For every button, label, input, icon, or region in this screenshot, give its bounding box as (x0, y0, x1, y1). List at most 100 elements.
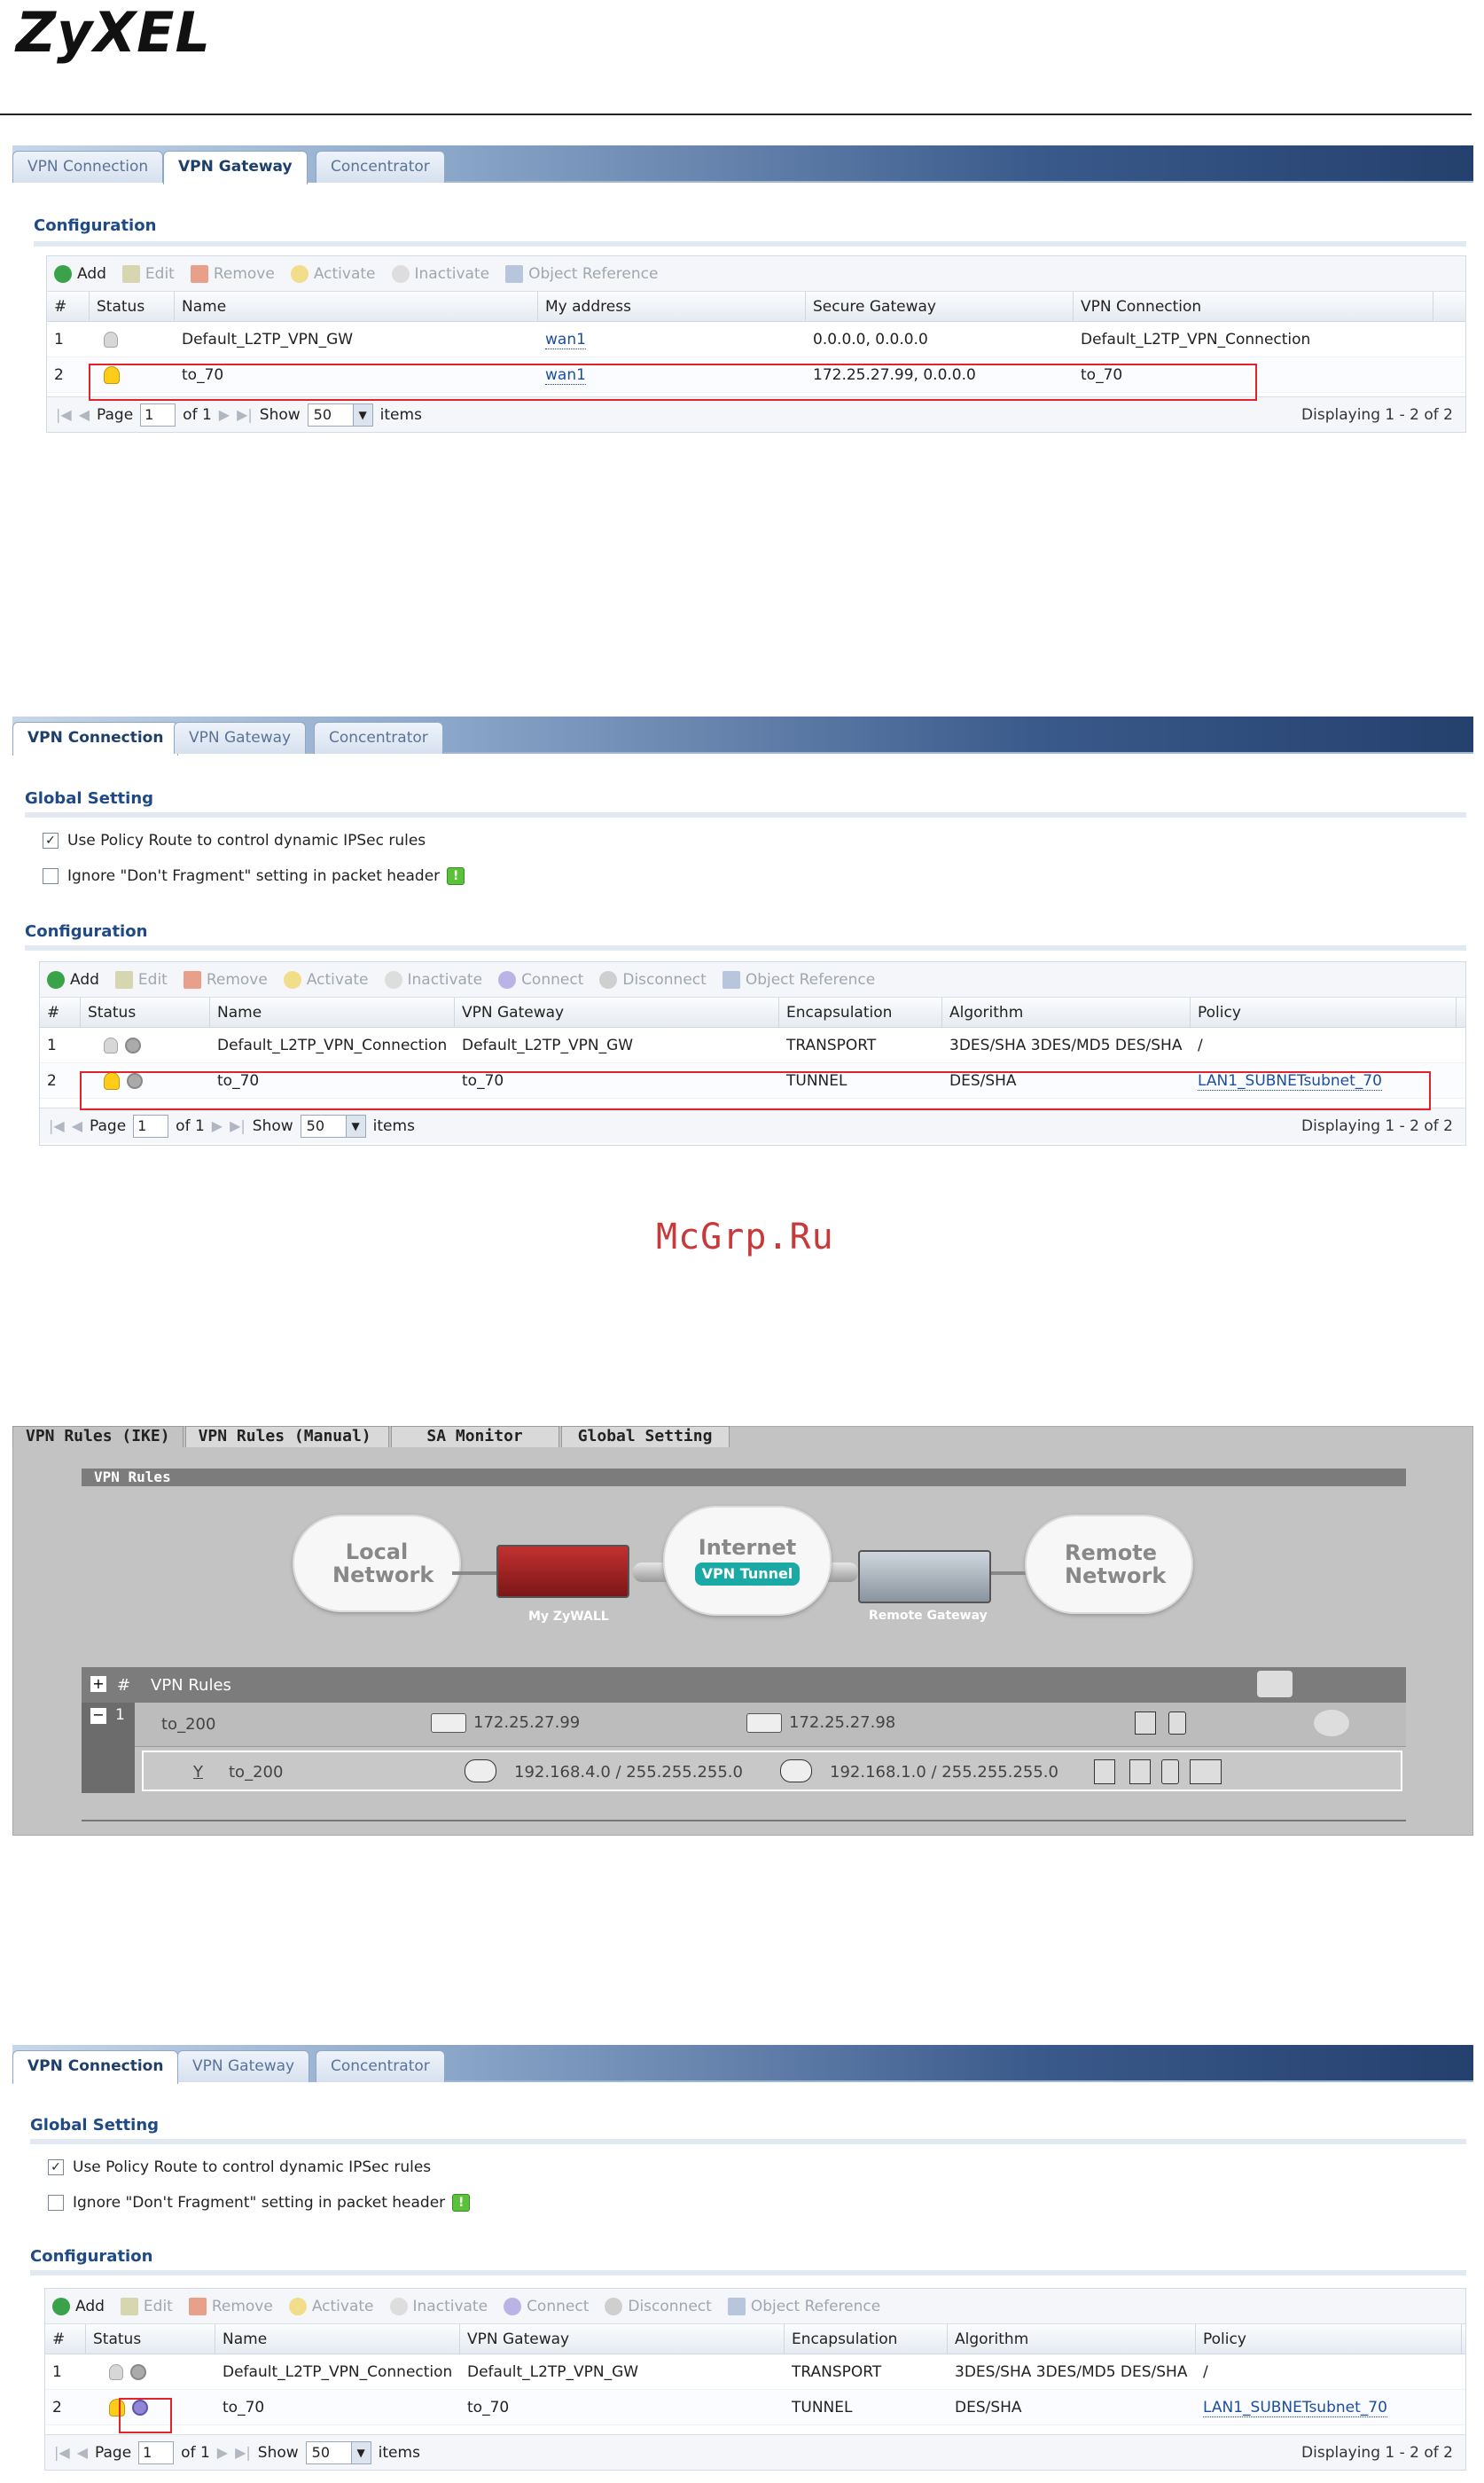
table-row[interactable]: 1 Default_L2TP_VPN_Connection Default_L2… (45, 2354, 1465, 2390)
col-vpn-connection[interactable]: VPN Connection (1074, 292, 1433, 321)
tab-vpn-gateway[interactable]: VPN Gateway (177, 2050, 310, 2082)
remove-button[interactable]: Remove (190, 264, 275, 283)
edit-icon[interactable] (1129, 1759, 1151, 1784)
object-link[interactable]: LAN1_SUBNET (1203, 2399, 1309, 2417)
my-zywall-label: My ZyWALL (528, 1610, 609, 1624)
connect-button[interactable]: Connect (498, 970, 583, 989)
object-link[interactable]: wan1 (545, 331, 586, 349)
disconnect-icon (605, 2297, 623, 2315)
next-page-icon[interactable]: ▶ (217, 2444, 228, 2461)
checkbox-checked[interactable]: ✓ (48, 2159, 64, 2175)
page-input[interactable]: 1 (140, 403, 176, 427)
inactivate-button[interactable]: Inactivate (389, 2297, 488, 2315)
edit-button[interactable]: Edit (120, 2297, 173, 2315)
col-secure-gateway[interactable]: Secure Gateway (806, 292, 1074, 321)
remove-button[interactable]: Remove (183, 970, 268, 989)
checkbox-checked[interactable]: ✓ (43, 833, 59, 849)
activate-button[interactable]: Activate (283, 970, 369, 989)
tab-sa-monitor[interactable]: SA Monitor (390, 1426, 559, 1447)
tab-vpn-connection[interactable]: VPN Connection (12, 722, 179, 756)
tab-concentrator[interactable]: Concentrator (314, 722, 443, 754)
expand-all-icon[interactable]: + (90, 1676, 106, 1692)
inactivate-button[interactable]: Inactivate (384, 970, 482, 989)
first-page-icon[interactable]: |◀ (49, 1117, 65, 1134)
trash-icon (183, 970, 201, 989)
page-input[interactable]: 1 (133, 1114, 169, 1138)
add-network-policy-icon[interactable] (1314, 1710, 1349, 1736)
tab-vpn-rules-manual[interactable]: VPN Rules (Manual) (184, 1426, 389, 1447)
toolbar: Add Edit Remove Activate Inactivate Conn… (45, 2289, 1465, 2324)
collapse-icon[interactable]: − (90, 1708, 106, 1724)
dont-fragment-option[interactable]: Ignore "Don't Fragment" setting in packe… (43, 867, 465, 885)
trash-icon[interactable] (1161, 1759, 1179, 1784)
edit-button[interactable]: Edit (121, 264, 175, 283)
per-page-select[interactable]: 50 ▼ (307, 403, 373, 427)
disconnect-button[interactable]: Disconnect (605, 2297, 712, 2315)
col-num[interactable]: # (47, 292, 90, 321)
activate-button[interactable]: Activate (290, 264, 376, 283)
add-button[interactable]: Add (47, 970, 99, 989)
tab-vpn-connection[interactable]: VPN Connection (12, 151, 164, 183)
activate-button[interactable]: Activate (288, 2297, 374, 2315)
add-button[interactable]: Add (54, 264, 106, 283)
col-status[interactable]: Status (90, 292, 175, 321)
policy-route-option[interactable]: ✓ Use Policy Route to control dynamic IPS… (48, 2158, 431, 2176)
last-page-icon[interactable]: ▶| (230, 1117, 246, 1134)
prev-page-icon[interactable]: ◀ (72, 1117, 82, 1134)
inactivate-button[interactable]: Inactivate (391, 264, 489, 283)
next-page-icon[interactable]: ▶ (219, 406, 230, 423)
edit-button[interactable]: Edit (114, 970, 168, 989)
tab-vpn-gateway[interactable]: VPN Gateway (174, 722, 307, 754)
disconnect-button[interactable]: Disconnect (599, 970, 707, 989)
per-page-select[interactable]: 50 ▼ (305, 2440, 371, 2464)
policy-row[interactable]: Y to_200 192.168.4.0 / 255.255.255.0 192… (142, 1751, 1402, 1791)
page-input[interactable]: 1 (138, 2440, 175, 2464)
dial-icon[interactable] (1190, 1759, 1222, 1784)
add-gateway-icon[interactable] (1257, 1671, 1293, 1697)
last-page-icon[interactable]: ▶| (237, 406, 253, 423)
table-row[interactable]: 2 to_70 to_70 TUNNEL DES/SHA LAN1_SUBNET… (45, 2390, 1465, 2425)
rule-row[interactable]: to_200 172.25.27.99 172.25.27.98 (135, 1703, 1406, 1747)
next-page-icon[interactable]: ▶ (212, 1117, 223, 1134)
tab-bar: VPN Connection VPN Gateway Concentrator (12, 717, 1473, 756)
display-count: Displaying 1 - 2 of 2 (1301, 1116, 1453, 1135)
checkbox-unchecked[interactable] (48, 2195, 64, 2211)
connection-table: Add Edit Remove Activate Inactivate Conn… (39, 961, 1466, 1146)
first-page-icon[interactable]: |◀ (56, 406, 72, 423)
edit-icon[interactable] (1135, 1711, 1156, 1735)
section-divider (30, 2270, 1466, 2275)
col-name[interactable]: Name (175, 292, 538, 321)
tab-vpn-connection[interactable]: VPN Connection (12, 2050, 179, 2084)
tab-concentrator[interactable]: Concentrator (316, 151, 445, 183)
checkbox-unchecked[interactable] (43, 868, 59, 884)
tab-vpn-gateway[interactable]: VPN Gateway (163, 151, 308, 184)
last-page-icon[interactable]: ▶| (235, 2444, 251, 2461)
object-reference-button[interactable]: Object Reference (722, 970, 875, 989)
remove-button[interactable]: Remove (188, 2297, 273, 2315)
prev-page-icon[interactable]: ◀ (79, 406, 90, 423)
table-row[interactable]: 1 Default_L2TP_VPN_Connection Default_L2… (40, 1028, 1465, 1063)
pager: |◀ ◀ Page 1 of 1 ▶ ▶| Show 50 ▼ items Dis… (45, 2434, 1465, 2470)
active-flag[interactable]: Y (193, 1763, 203, 1782)
tab-global-setting[interactable]: Global Setting (560, 1426, 730, 1447)
table-row[interactable]: 1 Default_L2TP_VPN_GW wan1 0.0.0.0, 0.0.… (47, 322, 1465, 357)
prev-page-icon[interactable]: ◀ (77, 2444, 88, 2461)
object-reference-button[interactable]: Object Reference (505, 264, 658, 283)
add-button[interactable]: Add (52, 2297, 105, 2315)
global-setting-title: Global Setting (30, 2116, 160, 2134)
tab-vpn-rules-ike[interactable]: VPN Rules (IKE) (12, 1426, 184, 1447)
global-setting-title: Global Setting (25, 789, 154, 808)
policy-route-option[interactable]: ✓ Use Policy Route to control dynamic IPS… (43, 832, 426, 850)
bulb-on-icon (288, 2297, 307, 2315)
connect-button[interactable]: Connect (504, 2297, 589, 2315)
object-reference-button[interactable]: Object Reference (727, 2297, 880, 2315)
dont-fragment-option[interactable]: Ignore "Don't Fragment" setting in packe… (48, 2194, 471, 2212)
col-my-address[interactable]: My address (538, 292, 806, 321)
trash-icon[interactable] (1168, 1711, 1186, 1735)
per-page-select[interactable]: 50 ▼ (300, 1114, 366, 1138)
move-icon[interactable] (1094, 1759, 1115, 1784)
first-page-icon[interactable]: |◀ (54, 2444, 70, 2461)
object-link[interactable]: subnet_70 (1308, 2399, 1387, 2417)
tab-concentrator[interactable]: Concentrator (316, 2050, 445, 2082)
display-count: Displaying 1 - 2 of 2 (1301, 2443, 1453, 2462)
